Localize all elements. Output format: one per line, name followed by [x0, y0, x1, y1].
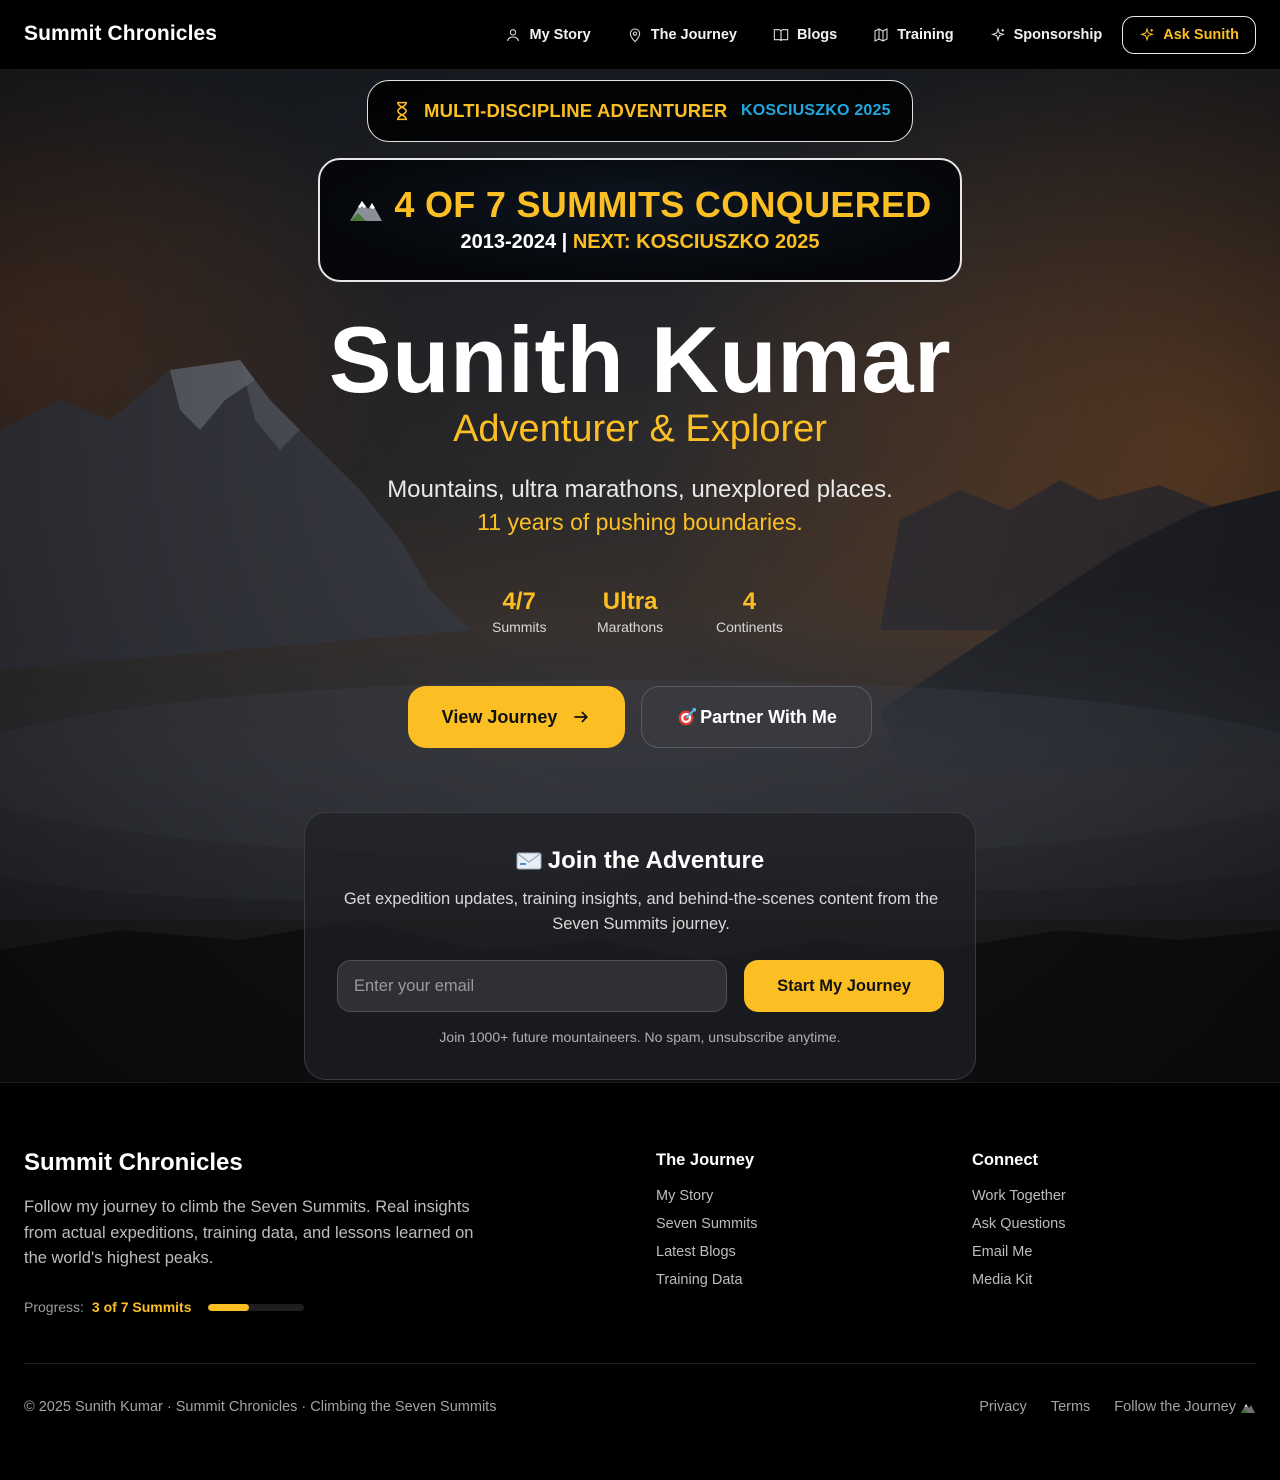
hero-name: Sunith Kumar: [328, 307, 952, 412]
nav-link-label: Blogs: [796, 27, 838, 43]
stat-summits: 4/7 Summits: [492, 588, 546, 635]
email-icon: [516, 852, 542, 870]
footer-link-email-me[interactable]: Email Me: [972, 1244, 1066, 1260]
footer-copyright: © 2025 Sunith Kumar · Summit Chronicles …: [24, 1399, 497, 1415]
view-journey-button[interactable]: View Journey: [408, 686, 625, 748]
nav-links: My Story The Journey Blogs Training Spon…: [505, 16, 1256, 54]
summits-progress-banner: 4 OF 7 SUMMITS CONQUERED 2013-2024 | NEX…: [318, 158, 962, 282]
hero-role: Adventurer & Explorer: [453, 408, 827, 450]
stat-value: Ultra: [602, 588, 658, 615]
badge-primary-text: MULTI-DISCIPLINE ADVENTURER: [424, 100, 728, 121]
sparkles-icon: [990, 27, 1005, 42]
hero-section: MULTI-DISCIPLINE ADVENTURER KOSCIUSZKO 2…: [0, 70, 1280, 1082]
map-icon: [874, 28, 888, 42]
site-footer: Summit Chronicles Follow my journey to c…: [0, 1082, 1280, 1480]
footer-brand: Summit Chronicles: [24, 1149, 243, 1176]
summits-years: 2013-2024 |: [460, 231, 568, 253]
ask-sunith-label: Ask Sunith: [1163, 27, 1239, 43]
stat-continents: 4 Continents: [716, 588, 783, 635]
stat-label: Continents: [716, 619, 783, 635]
nav-link-blogs[interactable]: Blogs: [773, 16, 837, 54]
footer-bottom-links: Privacy Terms Follow the Journey: [979, 1399, 1256, 1415]
footer-link-training-data[interactable]: Training Data: [656, 1272, 758, 1288]
footer-link-follow-the-journey[interactable]: Follow the Journey: [1114, 1399, 1256, 1415]
hero-tagline-2: 11 years of pushing boundaries.: [477, 509, 803, 535]
follow-the-journey-label: Follow the Journey: [1114, 1399, 1236, 1415]
progress-bar: [207, 1303, 304, 1311]
site-brand[interactable]: Summit Chronicles: [24, 22, 217, 46]
footer-link-terms[interactable]: Terms: [1051, 1399, 1090, 1415]
progress-label: Progress:: [24, 1299, 84, 1315]
sparkles-icon: [1140, 27, 1155, 42]
footer-column-title: The Journey: [656, 1151, 755, 1169]
summits-title-row: 4 OF 7 SUMMITS CONQUERED: [320, 184, 960, 226]
footer-divider: [24, 1363, 1256, 1364]
email-input[interactable]: [337, 960, 727, 1012]
ask-sunith-button[interactable]: Ask Sunith: [1122, 16, 1256, 54]
footer-link-ask-questions[interactable]: Ask Questions: [972, 1216, 1066, 1232]
badge-secondary-text: KOSCIUSZKO 2025: [741, 102, 891, 119]
footer-link-latest-blogs[interactable]: Latest Blogs: [656, 1244, 758, 1260]
stat-marathons: Ultra Marathons: [597, 588, 663, 635]
partner-with-me-label: Partner With Me: [700, 706, 837, 727]
hero-stats: 4/7 Summits Ultra Marathons 4 Continents: [470, 588, 810, 638]
mountain-emoji-icon: [1241, 1404, 1255, 1413]
nav-link-the-journey[interactable]: The Journey: [627, 16, 737, 54]
view-journey-label: View Journey: [441, 706, 558, 727]
hourglass-icon: [392, 101, 412, 121]
book-icon: [773, 29, 789, 42]
newsletter-card: Join the Adventure Get expedition update…: [304, 812, 976, 1080]
footer-link-media-kit[interactable]: Media Kit: [972, 1272, 1066, 1288]
progress-bar-fill: [207, 1303, 249, 1311]
user-icon: [507, 29, 520, 42]
nav-link-training[interactable]: Training: [873, 16, 954, 54]
footer-column-connect: Connect Work Together Ask Questions Emai…: [972, 1151, 1066, 1300]
arrow-right-icon: [574, 711, 589, 723]
stat-label: Summits: [492, 619, 547, 635]
nav-link-label: Training: [897, 27, 954, 43]
stat-label: Marathons: [597, 619, 664, 635]
target-icon: [678, 708, 696, 726]
top-navigation: Summit Chronicles My Story The Journey B…: [0, 0, 1280, 70]
nav-link-label: Sponsorship: [1013, 27, 1103, 43]
stat-value: 4/7: [502, 588, 536, 615]
footer-link-my-story[interactable]: My Story: [656, 1188, 758, 1204]
footer-column-journey: The Journey My Story Seven Summits Lates…: [656, 1151, 758, 1300]
summits-title-text: 4 OF 7 SUMMITS CONQUERED: [394, 184, 932, 225]
nav-link-label: The Journey: [650, 27, 737, 43]
footer-link-work-together[interactable]: Work Together: [972, 1188, 1066, 1204]
nav-link-label: My Story: [529, 27, 591, 43]
footer-link-privacy[interactable]: Privacy: [979, 1399, 1027, 1415]
progress-value: 3 of 7 Summits: [91, 1299, 192, 1315]
footer-description: Follow my journey to climb the Seven Sum…: [24, 1198, 474, 1267]
mountain-emoji-icon: [348, 190, 384, 221]
adventurer-badge: MULTI-DISCIPLINE ADVENTURER KOSCIUSZKO 2…: [367, 80, 913, 142]
footer-link-seven-summits[interactable]: Seven Summits: [656, 1216, 758, 1232]
newsletter-title: Join the Adventure: [547, 847, 765, 874]
footer-column-title: Connect: [972, 1151, 1038, 1169]
partner-with-me-button[interactable]: Partner With Me: [641, 686, 872, 748]
nav-link-my-story[interactable]: My Story: [505, 16, 591, 54]
newsletter-title-row: Join the Adventure: [305, 847, 975, 875]
hero-tagline-1: Mountains, ultra marathons, unexplored p…: [387, 476, 893, 503]
newsletter-description: Get expedition updates, training insight…: [343, 890, 939, 933]
map-pin-icon: [629, 28, 640, 43]
stat-value: 4: [742, 588, 757, 615]
newsletter-note: Join 1000+ future mountaineers. No spam,…: [439, 1029, 841, 1045]
nav-link-sponsorship[interactable]: Sponsorship: [990, 16, 1103, 54]
start-my-journey-button[interactable]: Start My Journey: [744, 960, 944, 1012]
footer-progress: Progress: 3 of 7 Summits: [24, 1297, 304, 1317]
summits-subtitle: 2013-2024 | NEXT: KOSCIUSZKO 2025: [320, 231, 960, 254]
summits-next: NEXT: KOSCIUSZKO 2025: [572, 231, 820, 253]
